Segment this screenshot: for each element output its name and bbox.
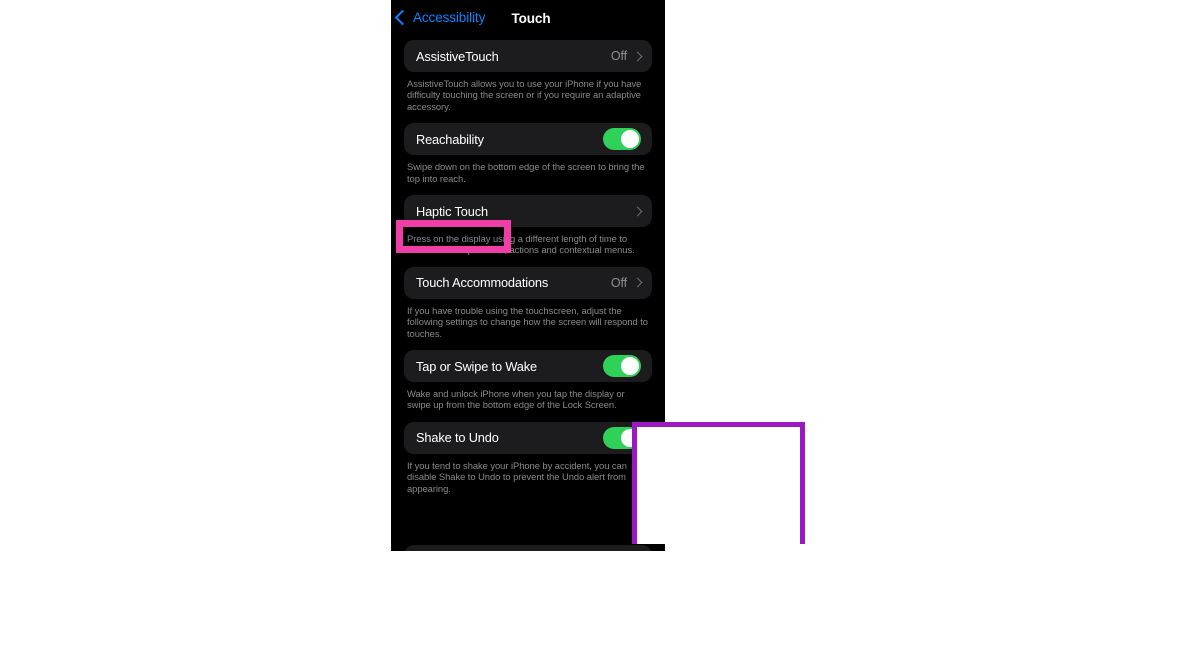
settings-row-label: Tap or Swipe to Wake (416, 358, 537, 374)
settings-group-shake-to-undo: Shake to Undo If you tend to shake your … (404, 421, 652, 494)
settings-row-label: AssistiveTouch (416, 48, 499, 64)
page-title: Touch (511, 11, 551, 26)
reachability-toggle[interactable] (603, 128, 641, 151)
chevron-right-icon (632, 277, 643, 288)
settings-group-reachability: Reachability Swipe down on the bottom ed… (404, 123, 652, 184)
iphone-settings-screen: Accessibility Touch AssistiveTouch Off A… (391, 0, 665, 551)
chevron-right-icon (632, 206, 643, 216)
callout-annotation-box (632, 422, 805, 544)
settings-group-touch-accommodations: Touch Accommodations Off If you have tro… (404, 266, 652, 339)
settings-row-shake-to-undo[interactable]: Shake to Undo (404, 421, 652, 454)
settings-row-description: If you tend to shake your iPhone by acci… (407, 459, 627, 494)
settings-row-touch-accommodations[interactable]: Touch Accommodations Off (404, 266, 652, 299)
settings-group-assistive-touch: AssistiveTouch Off AssistiveTouch allows… (404, 40, 652, 112)
settings-list: AssistiveTouch Off AssistiveTouch allows… (391, 40, 665, 494)
settings-row-label: Reachability (416, 131, 484, 147)
settings-group-haptic-touch: Haptic Touch Press on the display using … (404, 195, 652, 256)
toggle-knob (621, 357, 639, 376)
navigation-bar: Accessibility Touch (391, 0, 665, 40)
chevron-right-icon (632, 51, 643, 61)
settings-row-value: Off (610, 49, 627, 63)
settings-row-description: AssistiveTouch allows you to use your iP… (407, 78, 642, 112)
settings-row-description: If you have trouble using the touchscree… (407, 304, 648, 339)
settings-row-value: Off (610, 275, 627, 290)
settings-row-tap-or-swipe-to-wake[interactable]: Tap or Swipe to Wake (404, 350, 652, 383)
tap-or-swipe-to-wake-toggle[interactable] (603, 355, 641, 378)
toggle-knob (621, 130, 639, 149)
settings-row-label: Shake to Undo (416, 430, 499, 446)
settings-row-description: Swipe down on the bottom edge of the scr… (407, 161, 645, 184)
settings-row-partially-visible[interactable] (404, 545, 652, 551)
settings-row-reachability[interactable]: Reachability (404, 123, 652, 156)
settings-row-assistive-touch[interactable]: AssistiveTouch Off (404, 40, 652, 72)
settings-row-description: Press on the display using a different l… (407, 233, 635, 256)
settings-row-description: Wake and unlock iPhone when you tap the … (407, 388, 625, 411)
settings-row-haptic-touch[interactable]: Haptic Touch (404, 195, 652, 228)
settings-group-tap-or-swipe-to-wake: Tap or Swipe to Wake Wake and unlock iPh… (404, 350, 652, 411)
settings-row-label: Touch Accommodations (416, 275, 549, 291)
settings-row-label: Haptic Touch (416, 203, 488, 219)
